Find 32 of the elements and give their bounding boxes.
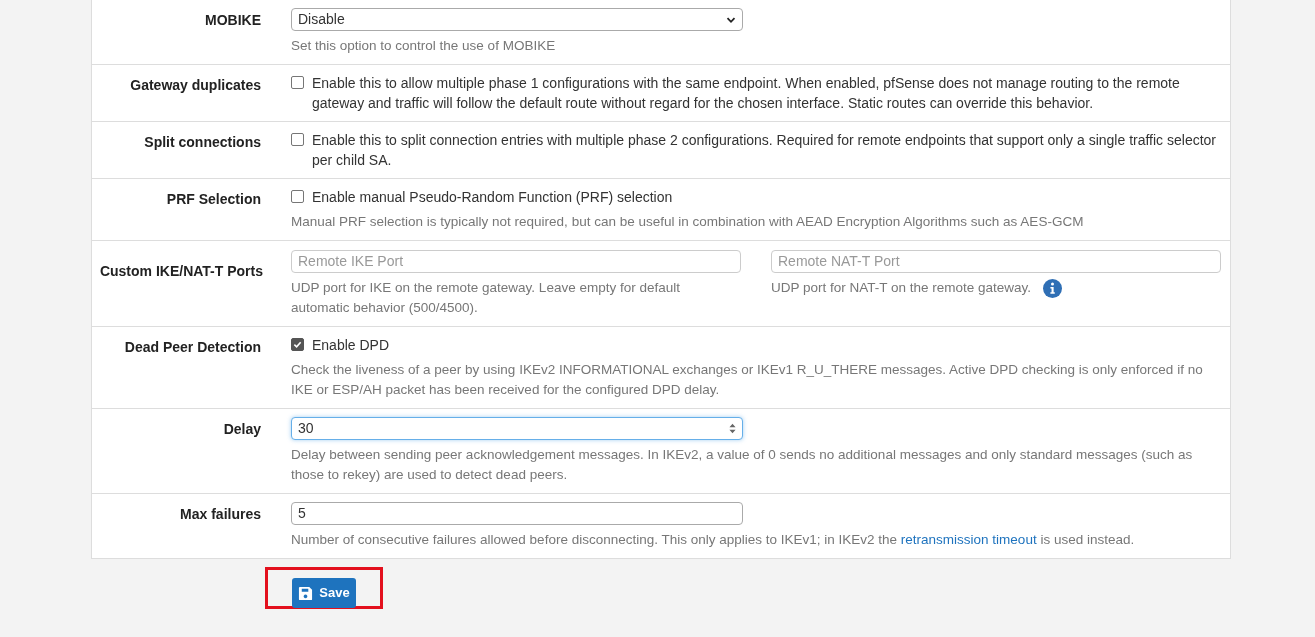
help-text: Set this option to control the use of MOBIKE bbox=[291, 37, 557, 55]
checkbox-label: Enable this to split connection entries with multiple phase 2 configurations. Required for remote endpoints that support only a single traffic selector per child SA. bbox=[312, 131, 1218, 170]
number-input[interactable]: 30 bbox=[291, 417, 743, 440]
help-text: Number of consecutive failures allowed before disconnecting. This only applies to IKEv1; in IKEv2 the retransmission timeout is used instead. bbox=[291, 531, 1136, 549]
checkbox[interactable] bbox=[291, 133, 304, 146]
field-label: Custom IKE/NAT-T Ports bbox=[99, 262, 263, 281]
checkbox[interactable] bbox=[291, 190, 304, 203]
checkbox[interactable] bbox=[291, 76, 304, 89]
help-text: Delay between sending peer acknowledgement messages. In IKEv2, a value of 0 sends no additional messages and only standard messages (such as those to rekey) are used to detect dead peers. bbox=[291, 446, 1194, 484]
spinner-icon[interactable] bbox=[729, 423, 736, 434]
field-label: Split connections bbox=[144, 133, 261, 152]
checkbox-label: Enable this to allow multiple phase 1 configurations with the same endpoint. When enabled, pfSense does not manage routing to the remote gateway and traffic will follow the default route without regard for the chosen interface. Static routes can override this behavior. bbox=[312, 74, 1181, 113]
dropdown[interactable]: Disable bbox=[291, 8, 743, 31]
port-input[interactable]: Remote NAT-T Port bbox=[771, 249, 1221, 273]
help-text: UDP port for IKE on the remote gateway. Leave empty for default automatic behavior (500/4500). bbox=[291, 279, 681, 317]
port-input[interactable]: Remote IKE Port bbox=[291, 249, 741, 273]
help-link[interactable]: retransmission timeout bbox=[900, 532, 1037, 547]
field-label: Gateway duplicates bbox=[130, 76, 261, 95]
help-text: Manual PRF selection is typically not required, but can be useful in combination with AEAD Encryption Algorithms such as AES-GCM bbox=[291, 213, 1085, 231]
field-label: MOBIKE bbox=[205, 11, 261, 30]
save-button[interactable]: Save bbox=[292, 578, 356, 608]
checkbox[interactable] bbox=[291, 338, 304, 351]
checkbox-label: Enable manual Pseudo-Random Function (PRF) selection bbox=[312, 188, 673, 207]
field-label: Dead Peer Detection bbox=[124, 338, 261, 357]
field-label: Max failures bbox=[180, 505, 261, 524]
help-text: Check the liveness of a peer by using IKEv2 INFORMATIONAL exchanges or IKEv1 R_U_THERE messages. Active DPD checking is only enforced if no IKE or ESP/AH packet has been received for the configured DPD delay. bbox=[291, 361, 1204, 399]
info-icon[interactable] bbox=[1043, 278, 1063, 298]
field-label: PRF Selection bbox=[166, 190, 261, 209]
field-label: Delay bbox=[223, 420, 261, 439]
help-text: UDP port for NAT-T on the remote gateway. bbox=[771, 279, 1032, 297]
checkbox-label: Enable DPD bbox=[312, 336, 390, 355]
text-input[interactable]: 5 bbox=[291, 502, 743, 525]
